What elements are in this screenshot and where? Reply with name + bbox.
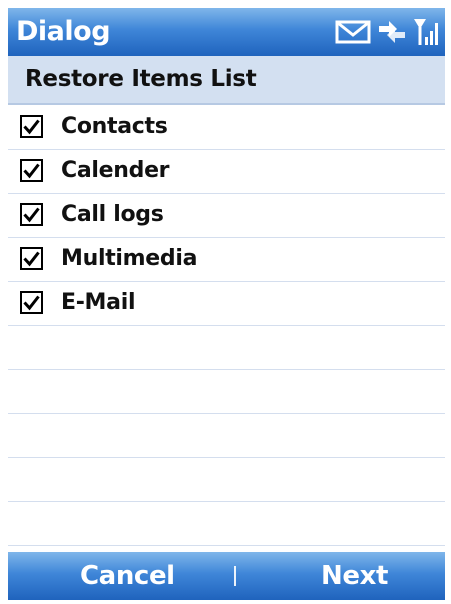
list-header-title: Restore Items List (25, 66, 257, 92)
empty-row (8, 370, 445, 414)
signal-icon[interactable] (413, 17, 439, 47)
empty-row (8, 326, 445, 370)
checkbox-checked-icon[interactable] (20, 247, 43, 270)
softkey-bar: Cancel Next (8, 552, 445, 600)
connection-icon[interactable] (375, 18, 409, 46)
checkbox-checked-icon[interactable] (20, 115, 43, 138)
checkbox-checked-icon[interactable] (20, 159, 43, 182)
list-item-label: Multimedia (61, 246, 198, 271)
list-item-label: Calender (61, 158, 170, 183)
dialog-title: Dialog (16, 16, 111, 47)
list-item-e-mail[interactable]: E-Mail (8, 282, 445, 326)
list-item-call-logs[interactable]: Call logs (8, 194, 445, 238)
list-item-contacts[interactable]: Contacts (8, 106, 445, 150)
checkbox-checked-icon[interactable] (20, 203, 43, 226)
list-header: Restore Items List (8, 56, 445, 105)
empty-row (8, 414, 445, 458)
title-bar: Dialog (8, 8, 445, 56)
empty-row (8, 458, 445, 502)
softkey-divider (234, 566, 236, 586)
list-item-calender[interactable]: Calender (8, 150, 445, 194)
empty-row (8, 502, 445, 546)
list-item-multimedia[interactable]: Multimedia (8, 238, 445, 282)
checkbox-checked-icon[interactable] (20, 291, 43, 314)
restore-items-list: Contacts Calender Call logs Multimedia E… (8, 106, 445, 546)
mail-icon[interactable] (335, 19, 371, 45)
cancel-button[interactable]: Cancel (80, 558, 175, 594)
list-item-label: Call logs (61, 202, 164, 227)
next-button[interactable]: Next (321, 558, 388, 594)
list-item-label: E-Mail (61, 290, 136, 315)
status-icons (335, 16, 439, 48)
dialog-screen: Dialog Restore Items List Contacts Calen… (8, 8, 445, 600)
list-item-label: Contacts (61, 114, 168, 139)
